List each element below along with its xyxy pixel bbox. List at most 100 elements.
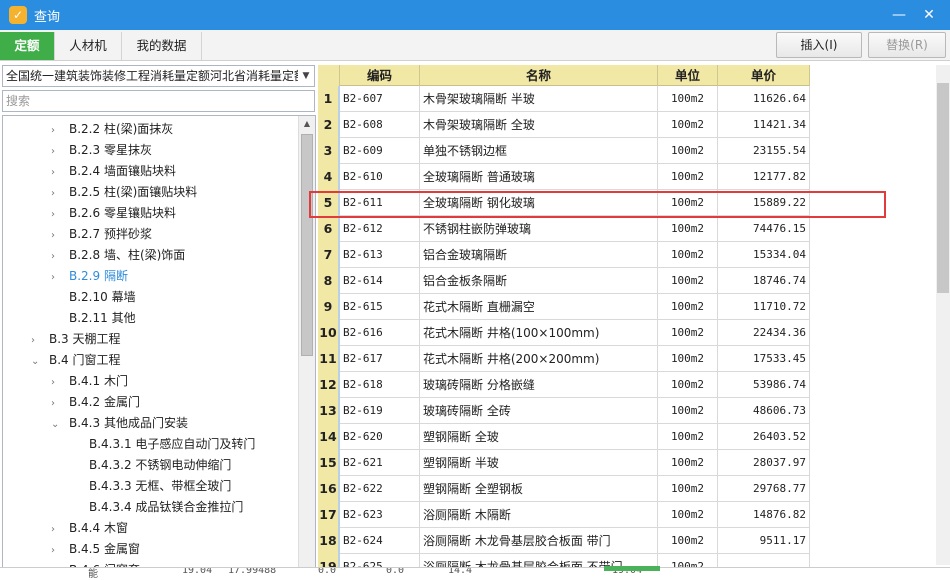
tree-item[interactable]: ⌄ B.4 门窗工程 bbox=[31, 350, 121, 371]
tree-item[interactable]: › B.4.5 金属窗 bbox=[51, 539, 140, 560]
row-number: 12 bbox=[318, 372, 340, 398]
tree-scrollbar[interactable]: ▲ ▼ bbox=[298, 116, 315, 579]
table-row[interactable]: 9 B2-615 花式木隔断 直栅漏空 100m2 11710.72 bbox=[318, 294, 810, 320]
cell-unit: 100m2 bbox=[658, 424, 718, 450]
table-row[interactable]: 2 B2-608 木骨架玻璃隔断 全玻 100m2 11421.34 bbox=[318, 112, 810, 138]
chevron-right-icon[interactable]: › bbox=[51, 162, 63, 183]
cell-name: 塑钢隔断 全玻 bbox=[420, 424, 658, 450]
table-row[interactable]: 1 B2-607 木骨架玻璃隔断 半玻 100m2 11626.64 bbox=[318, 86, 810, 112]
quota-library-select[interactable]: 全国统一建筑装饰装修工程消耗量定额河北省消耗量定额 ▼ bbox=[2, 65, 315, 87]
cell-name: 全玻璃隔断 钢化玻璃 bbox=[420, 190, 658, 216]
cell-name: 铝合金玻璃隔断 bbox=[420, 242, 658, 268]
chevron-right-icon[interactable]: › bbox=[51, 519, 63, 540]
scroll-up-icon[interactable]: ▲ bbox=[299, 116, 315, 132]
table-row[interactable]: 13 B2-619 玻璃砖隔断 全砖 100m2 48606.73 bbox=[318, 398, 810, 424]
column-header-unit[interactable]: 单位 bbox=[658, 65, 718, 86]
chevron-right-icon[interactable]: › bbox=[51, 267, 63, 288]
cell-price: 53986.74 bbox=[718, 372, 810, 398]
tree-item[interactable]: B.2.10 幕墙 bbox=[51, 287, 136, 308]
chevron-right-icon[interactable]: › bbox=[51, 393, 63, 414]
tree-item[interactable]: › B.2.9 隔断 bbox=[51, 266, 128, 287]
scroll-thumb[interactable] bbox=[301, 134, 313, 356]
chevron-right-icon[interactable]: › bbox=[51, 183, 63, 204]
table-scrollbar[interactable] bbox=[936, 65, 950, 565]
chevron-down-icon[interactable]: ⌄ bbox=[51, 414, 63, 435]
table-row[interactable]: 10 B2-616 花式木隔断 井格(100×100mm) 100m2 22434.36 bbox=[318, 320, 810, 346]
replace-button[interactable]: 替换(R) bbox=[868, 32, 946, 58]
table-row[interactable]: 16 B2-622 塑钢隔断 全塑钢板 100m2 29768.77 bbox=[318, 476, 810, 502]
tree-item[interactable]: B.4.3.2 不锈钢电动伸缩门 bbox=[71, 455, 231, 476]
tree-item[interactable]: B.4.3.3 无框、带框全玻门 bbox=[71, 476, 231, 497]
tree-item[interactable]: ⌄ B.4.3 其他成品门安装 bbox=[51, 413, 188, 434]
table-row[interactable]: 8 B2-614 铝合金板条隔断 100m2 18746.74 bbox=[318, 268, 810, 294]
table-row[interactable]: 11 B2-617 花式木隔断 井格(200×200mm) 100m2 17533.45 bbox=[318, 346, 810, 372]
chevron-right-icon[interactable]: › bbox=[51, 204, 63, 225]
table-row[interactable]: 4 B2-610 全玻璃隔断 普通玻璃 100m2 12177.82 bbox=[318, 164, 810, 190]
chevron-right-icon[interactable]: › bbox=[51, 120, 63, 141]
chevron-down-icon[interactable]: ⌄ bbox=[31, 351, 43, 372]
tree-item[interactable]: › B.3 天棚工程 bbox=[31, 329, 121, 350]
chevron-right-icon[interactable]: › bbox=[31, 330, 43, 351]
cell-code: B2-622 bbox=[340, 476, 420, 502]
column-header-name[interactable]: 名称 bbox=[420, 65, 658, 86]
chevron-right-icon[interactable]: › bbox=[51, 225, 63, 246]
tree-item[interactable]: B.4.3.1 电子感应自动门及转门 bbox=[71, 434, 255, 455]
cell-name: 玻璃砖隔断 全砖 bbox=[420, 398, 658, 424]
table-row[interactable]: 12 B2-618 玻璃砖隔断 分格嵌缝 100m2 53986.74 bbox=[318, 372, 810, 398]
table-row[interactable]: 7 B2-613 铝合金玻璃隔断 100m2 15334.04 bbox=[318, 242, 810, 268]
tree-item[interactable]: › B.2.8 墙、柱(梁)饰面 bbox=[51, 245, 185, 266]
tree-item[interactable]: › B.2.5 柱(梁)面镶贴块料 bbox=[51, 182, 197, 203]
minimize-icon[interactable]: — bbox=[884, 7, 914, 23]
table-row[interactable]: 14 B2-620 塑钢隔断 全玻 100m2 26403.52 bbox=[318, 424, 810, 450]
tree-item[interactable]: › B.2.7 预拌砂浆 bbox=[51, 224, 152, 245]
row-number: 13 bbox=[318, 398, 340, 424]
scroll-thumb[interactable] bbox=[937, 83, 949, 293]
tree-item[interactable]: › B.4.2 金属门 bbox=[51, 392, 140, 413]
cell-code: B2-609 bbox=[340, 138, 420, 164]
tree-item[interactable]: › B.2.6 零星镶贴块料 bbox=[51, 203, 176, 224]
tab-quota[interactable]: 定额 bbox=[0, 32, 55, 60]
cell-price: 9511.17 bbox=[718, 528, 810, 554]
splitter-handle[interactable] bbox=[604, 566, 660, 571]
tree-item[interactable]: › B.4.4 木窗 bbox=[51, 518, 128, 539]
chevron-right-icon[interactable]: › bbox=[51, 246, 63, 267]
insert-button[interactable]: 插入(I) bbox=[776, 32, 862, 58]
cell-name: 花式木隔断 直栅漏空 bbox=[420, 294, 658, 320]
tree-item-label: B.2.6 零星镶贴块料 bbox=[69, 206, 176, 220]
tree-item-label: B.4.2 金属门 bbox=[69, 395, 140, 409]
chevron-right-icon[interactable]: › bbox=[51, 141, 63, 162]
cell-code: B2-608 bbox=[340, 112, 420, 138]
row-number: 8 bbox=[318, 268, 340, 294]
tab-labor-material[interactable]: 人材机 bbox=[55, 32, 122, 60]
cell-price: 29768.77 bbox=[718, 476, 810, 502]
cell-price: 26403.52 bbox=[718, 424, 810, 450]
tree-item-label: B.2.11 其他 bbox=[69, 311, 136, 325]
close-icon[interactable]: ✕ bbox=[914, 7, 944, 23]
search-input[interactable]: 搜索 bbox=[2, 90, 315, 112]
tree-item[interactable]: › B.4.1 木门 bbox=[51, 371, 128, 392]
chevron-right-icon[interactable]: › bbox=[51, 540, 63, 561]
tab-my-data[interactable]: 我的数据 bbox=[122, 32, 202, 60]
chevron-right-icon[interactable]: › bbox=[51, 372, 63, 393]
bottom-strip-value: 0.0 bbox=[386, 567, 405, 576]
cell-unit: 100m2 bbox=[658, 346, 718, 372]
tree-item[interactable]: › B.2.2 柱(梁)面抹灰 bbox=[51, 119, 173, 140]
table-row[interactable]: 18 B2-624 浴厕隔断 木龙骨基层胶合板面 带门 100m2 9511.17 bbox=[318, 528, 810, 554]
tree-item[interactable]: › B.2.3 零星抹灰 bbox=[51, 140, 152, 161]
table-row[interactable]: 3 B2-609 单独不锈钢边框 100m2 23155.54 bbox=[318, 138, 810, 164]
table-row[interactable]: 17 B2-623 浴厕隔断 木隔断 100m2 14876.82 bbox=[318, 502, 810, 528]
table-row[interactable]: 6 B2-612 不锈钢柱嵌防弹玻璃 100m2 74476.15 bbox=[318, 216, 810, 242]
tree-item[interactable]: › B.2.4 墙面镶贴块料 bbox=[51, 161, 176, 182]
column-header-price[interactable]: 单价 bbox=[718, 65, 810, 86]
tree-item-label: B.4.3.2 不锈钢电动伸缩门 bbox=[89, 458, 232, 472]
table-row[interactable]: 15 B2-621 塑钢隔断 半玻 100m2 28037.97 bbox=[318, 450, 810, 476]
tree-item[interactable]: B.2.11 其他 bbox=[51, 308, 136, 329]
row-number: 15 bbox=[318, 450, 340, 476]
row-number-header bbox=[318, 65, 340, 86]
row-number: 9 bbox=[318, 294, 340, 320]
tree-item[interactable]: B.4.3.4 成品钛镁合金推拉门 bbox=[71, 497, 243, 518]
table-row[interactable]: 5 B2-611 全玻璃隔断 钢化玻璃 100m2 15889.22 bbox=[318, 190, 810, 216]
window-title: 查询 bbox=[34, 9, 61, 25]
chevron-down-icon[interactable]: ▼ bbox=[298, 66, 314, 86]
column-header-code[interactable]: 编码 bbox=[340, 65, 420, 86]
